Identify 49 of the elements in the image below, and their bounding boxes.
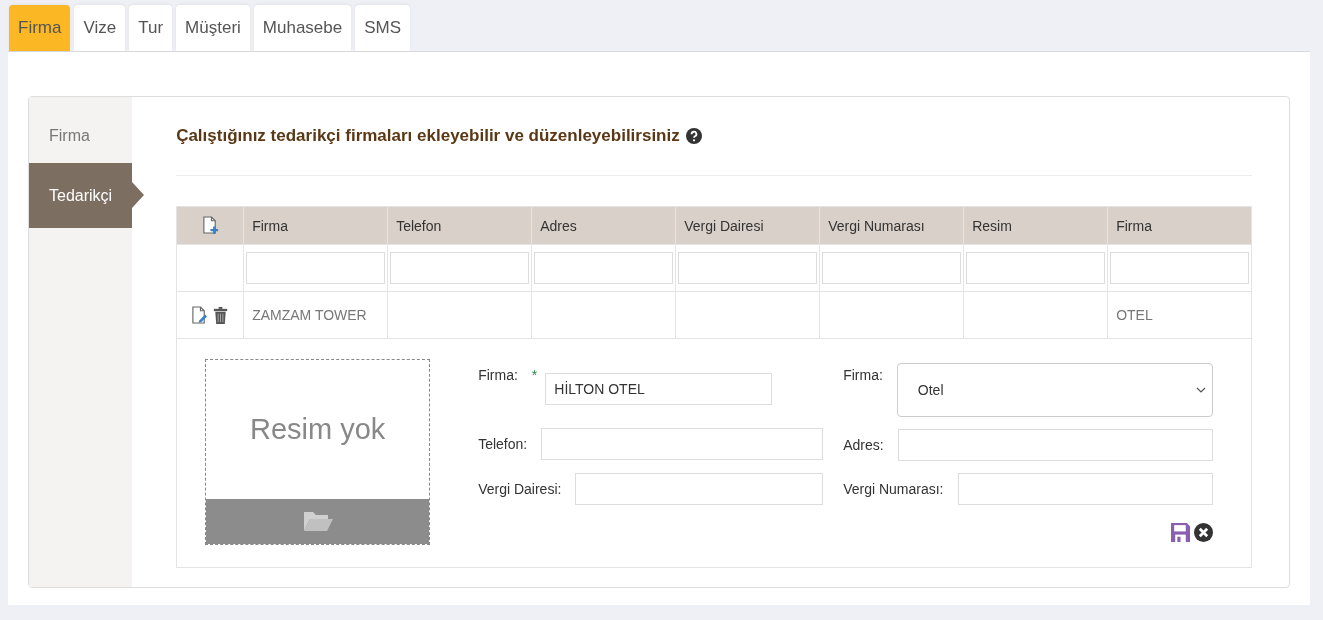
tab[interactable]: Vize [74, 5, 126, 51]
filter-field[interactable] [678, 252, 818, 284]
selection-pointer [132, 182, 145, 208]
folder-icon[interactable] [302, 510, 333, 532]
input-field[interactable]: HİLTON OTEL [545, 372, 773, 405]
help-icon[interactable] [685, 128, 702, 144]
filter-field[interactable] [534, 252, 674, 284]
field-label: Vergi Dairesi: [478, 480, 562, 497]
select-field[interactable]: Otel [896, 362, 1214, 417]
page-heading: Çalıştığınız tedarikçi firmaları ekleyebilir ve düzenleyebilirsiniz [176, 126, 680, 146]
field-label: Firma: [843, 366, 883, 383]
tab[interactable]: Tur [129, 5, 173, 51]
sidebar-item[interactable]: Tedarikçi [29, 163, 133, 228]
chevron-down-icon [1196, 386, 1207, 393]
filter-field[interactable] [822, 252, 962, 284]
input-field[interactable] [957, 472, 1214, 505]
filter-field[interactable] [390, 252, 530, 284]
close-icon[interactable] [1194, 522, 1214, 542]
column-header: Firma [243, 206, 388, 245]
sidebar-item[interactable]: Firma [29, 109, 133, 163]
tab[interactable]: Muhasebe [253, 5, 352, 51]
field-label: Vergi Numarası: [843, 480, 944, 497]
column-header: Vergi Numarası [819, 206, 964, 245]
tab[interactable]: Firma [9, 5, 71, 51]
column-header: Vergi Dairesi [675, 206, 820, 245]
field-label: Adres: [843, 436, 884, 453]
image-dropzone[interactable]: Resim yok [205, 358, 431, 545]
column-header: Firma [1107, 206, 1252, 245]
column-header: Adres [531, 206, 676, 245]
field-label: Firma: [478, 366, 518, 383]
table-cell: ZAMZAM TOWER [252, 307, 367, 323]
column-header: Resim [963, 206, 1108, 245]
tab[interactable]: Müşteri [176, 5, 250, 51]
input-field[interactable] [897, 428, 1214, 461]
filter-field[interactable] [966, 252, 1106, 284]
add-document-icon[interactable] [201, 216, 219, 235]
edit-icon[interactable] [191, 305, 209, 325]
table-cell: OTEL [1116, 307, 1153, 323]
field-label: Telefon: [478, 435, 528, 452]
filter-field[interactable] [1110, 252, 1250, 284]
tab[interactable]: SMS [355, 5, 411, 51]
input-field[interactable] [575, 472, 824, 505]
no-image-text: Resim yok [249, 412, 386, 446]
input-field[interactable] [541, 427, 824, 460]
save-icon[interactable] [1171, 522, 1191, 542]
filter-field[interactable] [246, 252, 386, 284]
trash-icon[interactable] [212, 305, 230, 325]
required-mark: * [531, 366, 538, 383]
column-header: Telefon [387, 206, 532, 245]
